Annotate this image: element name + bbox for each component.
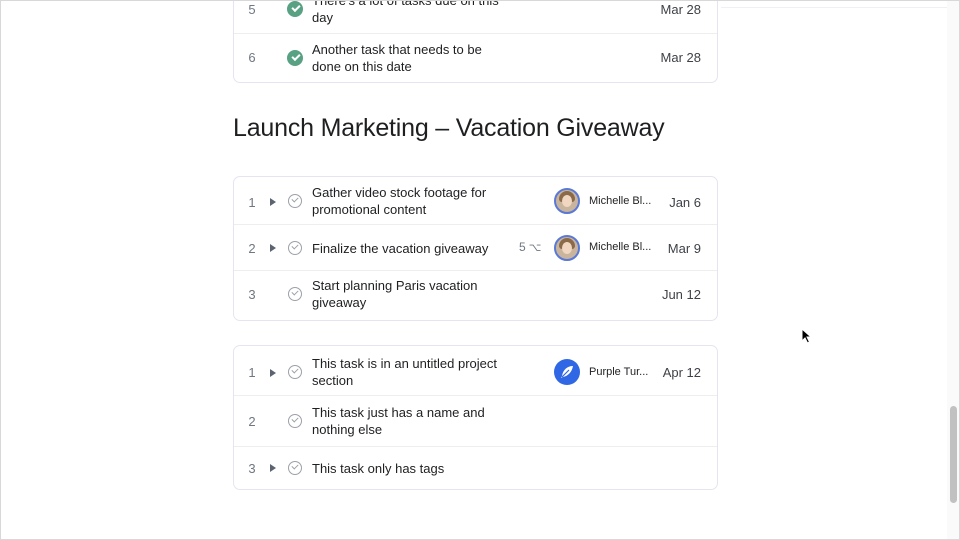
subtask-icon: ⌥ [528,242,542,254]
caret-right-icon[interactable] [270,464,276,472]
avatar[interactable] [554,235,580,261]
row-number: 2 [248,414,256,429]
caret-right-icon[interactable] [270,244,276,252]
check-circle-icon[interactable] [287,50,303,66]
row-number: 2 [248,241,256,256]
due-date[interactable]: Mar 9 [668,241,701,256]
assignee-name[interactable]: Purple Tur... [589,366,655,378]
row-number: 3 [248,287,256,302]
task-title[interactable]: Another task that needs to be done on th… [312,41,504,75]
table-row[interactable]: 3 This task only has tags [234,447,717,489]
task-title[interactable]: This task only has tags [312,460,522,477]
subtask-number: 5 [519,240,526,254]
scrollbar[interactable] [947,1,959,539]
task-group-section: 1 Gather video stock footage for promoti… [233,176,718,321]
avatar[interactable] [554,188,580,214]
mouse-cursor-icon [801,327,813,349]
table-row[interactable]: 3 Start planning Paris vacation giveaway… [234,271,717,320]
table-row[interactable]: 1 Gather video stock footage for promoti… [234,177,717,225]
feather-icon[interactable] [554,359,580,385]
check-circle-icon[interactable] [287,1,303,17]
caret-right-icon[interactable] [270,198,276,206]
subtask-count[interactable]: 5 ⌥ [519,240,541,254]
row-number: 1 [248,195,256,210]
check-circle-icon[interactable] [288,461,302,475]
assignee-name[interactable]: Michelle Bl... [589,241,655,253]
task-title[interactable]: Start planning Paris vacation giveaway [312,277,504,311]
app-window: 5 There's a lot of tasks due on this day… [0,0,960,540]
table-row[interactable]: 2 This task just has a name and nothing … [234,396,717,447]
task-title[interactable]: Finalize the vacation giveaway [312,240,517,257]
due-date[interactable]: Mar 28 [661,2,701,17]
scrollbar-thumb[interactable] [950,406,957,503]
task-title[interactable]: This task just has a name and nothing el… [312,404,504,438]
assignee-name[interactable]: Michelle Bl... [589,195,655,207]
row-number: 1 [248,365,256,380]
table-row[interactable]: 5 There's a lot of tasks due on this day… [234,1,717,34]
due-date[interactable]: Apr 12 [663,365,701,380]
section-title: Launch Marketing – Vacation Giveaway [233,114,665,142]
task-title[interactable]: Gather video stock footage for promotion… [312,184,504,218]
table-row[interactable]: 2 Finalize the vacation giveaway 5 ⌥ Mich… [234,225,717,271]
due-date[interactable]: Mar 28 [661,50,701,65]
divider [721,7,947,8]
table-row[interactable]: 1 This task is in an untitled project se… [234,346,717,396]
check-circle-icon[interactable] [288,241,302,255]
row-number: 6 [248,50,256,65]
table-row[interactable]: 6 Another task that needs to be done on … [234,34,717,84]
task-group-untitled: 1 This task is in an untitled project se… [233,345,718,490]
caret-right-icon[interactable] [270,369,276,377]
check-circle-icon[interactable] [288,365,302,379]
task-title[interactable]: There's a lot of tasks due on this day [312,1,504,26]
row-number: 5 [248,2,256,17]
due-date[interactable]: Jan 6 [669,195,701,210]
check-circle-icon[interactable] [288,287,302,301]
task-title[interactable]: This task is in an untitled project sect… [312,355,504,389]
check-circle-icon[interactable] [288,414,302,428]
due-date[interactable]: Jun 12 [662,287,701,302]
row-number: 3 [248,461,256,476]
task-group-due-date: 5 There's a lot of tasks due on this day… [233,1,718,84]
check-circle-icon[interactable] [288,194,302,208]
